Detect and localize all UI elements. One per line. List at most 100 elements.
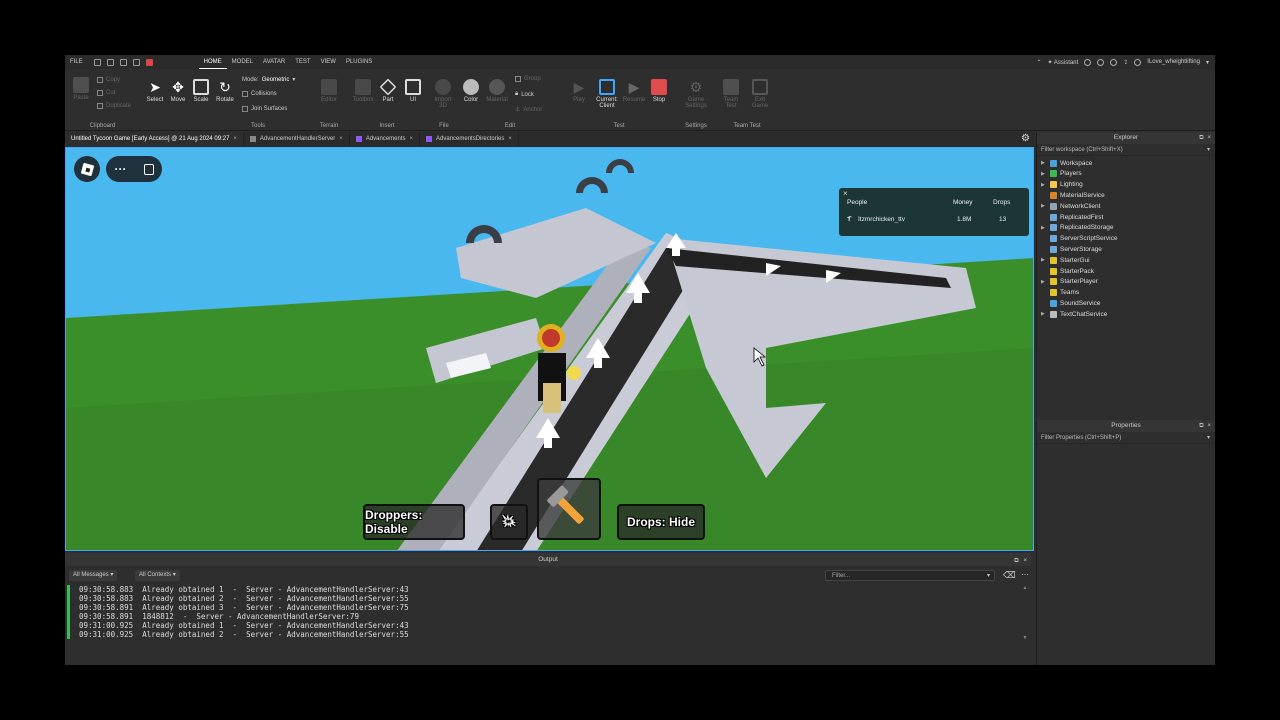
output-filter-input[interactable]: Filter... ▾ xyxy=(825,570,995,581)
toolbox-button[interactable]: Toolbox xyxy=(351,79,375,103)
close-icon[interactable]: × xyxy=(508,132,512,146)
clear-output-icon[interactable]: ⌫ xyxy=(1003,570,1016,581)
expand-arrow-icon[interactable]: ▶ xyxy=(1041,160,1047,166)
file-menu[interactable]: FILE xyxy=(65,55,88,69)
info-icon[interactable] xyxy=(1110,58,1118,66)
explorer-item-players[interactable]: ▶ Players xyxy=(1041,169,1082,179)
tab-test[interactable]: TEST xyxy=(290,55,315,69)
resume-button[interactable]: ▶ Resume xyxy=(622,79,646,103)
undock-icon[interactable]: ⧉ xyxy=(1014,555,1018,568)
tab-avatar[interactable]: AVATAR xyxy=(258,55,290,69)
expand-arrow-icon[interactable]: ▶ xyxy=(1041,311,1047,317)
more-icon[interactable]: ··· xyxy=(115,162,127,176)
game-settings-button[interactable]: ⚙ Game Settings xyxy=(684,79,708,109)
ui-button[interactable]: UI xyxy=(401,79,425,103)
undock-icon[interactable]: ⧉ xyxy=(1199,420,1203,432)
expand-arrow-icon[interactable]: ▶ xyxy=(1041,257,1047,263)
explorer-item-starterpack[interactable]: StarterPack xyxy=(1041,266,1094,276)
properties-filter-input[interactable]: Filter Properties (Ctrl+Shift+P) ▾ xyxy=(1037,432,1215,444)
explorer-item-serverstorage[interactable]: ServerStorage xyxy=(1041,244,1102,254)
material-button[interactable]: Material xyxy=(485,79,509,103)
explorer-item-startergui[interactable]: ▶ StarterGui xyxy=(1041,255,1090,265)
explorer-item-starterplayer[interactable]: ▶ StarterPlayer xyxy=(1041,277,1098,287)
play-button[interactable]: ▶ Play xyxy=(567,79,591,103)
group-button[interactable]: Group xyxy=(515,76,541,82)
expand-arrow-icon[interactable]: ▶ xyxy=(1041,203,1047,209)
close-icon[interactable]: × xyxy=(1023,555,1027,568)
explorer-item-workspace[interactable]: ▶ Workspace xyxy=(1041,158,1092,168)
move-tool[interactable]: ✥ Move xyxy=(166,79,190,103)
explosion-button[interactable]: 💥︎ xyxy=(490,504,528,540)
username[interactable]: ILove_wheightlifting xyxy=(1147,59,1200,65)
save-icon[interactable] xyxy=(106,58,114,66)
select-tool[interactable]: ➤ Select xyxy=(143,79,167,103)
stop-button[interactable]: Stop xyxy=(647,79,671,103)
close-icon[interactable]: × xyxy=(1207,132,1211,144)
expand-arrow-icon[interactable]: ▶ xyxy=(1041,171,1047,177)
scroll-down-icon[interactable]: ▼ xyxy=(1021,635,1029,641)
output-log[interactable]: 09:30:58.883 Already obtained 1 - Server… xyxy=(67,585,1017,639)
messages-filter-dropdown[interactable]: All Messages ▾ xyxy=(69,570,118,581)
tab-game[interactable]: Untitled Tycoon Game [Early Access] @ 21… xyxy=(65,132,244,146)
tab-home[interactable]: HOME xyxy=(198,55,227,69)
cut-button[interactable]: Cut xyxy=(97,90,115,96)
tab-advancements-directories[interactable]: AdvancementsDirectories × xyxy=(420,132,519,146)
play-mini-icon[interactable] xyxy=(132,58,140,66)
tab-advancements[interactable]: Advancements × xyxy=(350,132,421,146)
exit-game-button[interactable]: Exit Game xyxy=(748,79,772,109)
expand-arrow-icon[interactable]: ▶ xyxy=(1041,279,1047,285)
scale-tool[interactable]: Scale xyxy=(189,79,213,103)
expand-arrow-icon[interactable]: ▶ xyxy=(1041,225,1047,231)
import-3d-button[interactable]: Import 3D xyxy=(431,79,455,109)
expand-arrow-icon[interactable]: ▶ xyxy=(1041,182,1047,188)
explorer-item-textchatservice[interactable]: ▶ TextChatService xyxy=(1041,309,1107,319)
join-surfaces-toggle[interactable]: Join Surfaces xyxy=(242,106,287,112)
explorer-item-replicatedfirst[interactable]: ReplicatedFirst xyxy=(1041,212,1103,222)
close-icon[interactable]: × xyxy=(339,132,343,146)
leaderboard-row[interactable]: ፐ Itzmrchicken_ttv 1.8M 13 xyxy=(839,216,1029,230)
explorer-item-soundservice[interactable]: SoundService xyxy=(1041,298,1100,308)
mode-select[interactable]: Mode: Geometric ▾ xyxy=(242,76,295,84)
part-button[interactable]: Part xyxy=(376,78,400,103)
assistant-button[interactable]: ✦ Assistant xyxy=(1048,59,1079,66)
chat-icon[interactable] xyxy=(143,163,154,175)
current-client-button[interactable]: Current: Client xyxy=(593,79,621,109)
game-viewport[interactable]: ··· × People Money Drops ፐ Itzmrchicken_… xyxy=(65,147,1034,551)
scroll-up-icon[interactable]: ▲ xyxy=(1021,585,1029,591)
anchor-button[interactable]: ⚓︎ Anchor xyxy=(515,106,542,114)
undo-icon[interactable] xyxy=(119,58,127,66)
copy-button[interactable]: Copy xyxy=(97,77,120,83)
paste-button[interactable]: Paste xyxy=(69,77,93,101)
explorer-item-networkclient[interactable]: ▶ NetworkClient xyxy=(1041,201,1100,211)
explorer-filter-input[interactable]: Filter workspace (Ctrl+Shift+X) ▾ xyxy=(1037,144,1215,156)
output-scrollbar[interactable]: ▲ ▼ xyxy=(1021,585,1029,645)
lock-button[interactable]: 🔒︎ Lock xyxy=(515,91,534,98)
explorer-item-serverscriptservice[interactable]: ServerScriptService xyxy=(1041,234,1117,244)
color-button[interactable]: Color xyxy=(459,79,483,103)
close-icon[interactable]: × xyxy=(843,189,848,198)
explorer-item-replicatedstorage[interactable]: ▶ ReplicatedStorage xyxy=(1041,223,1113,233)
close-icon[interactable]: × xyxy=(233,132,237,146)
team-test-button[interactable]: Team Test xyxy=(719,79,743,109)
tab-model[interactable]: MODEL xyxy=(227,55,258,69)
more-options-icon[interactable]: ⋯ xyxy=(1021,570,1029,579)
drops-toggle-button[interactable]: Drops: Hide xyxy=(617,504,705,540)
droppers-toggle-button[interactable]: Droppers: Disable xyxy=(363,504,465,540)
contexts-filter-dropdown[interactable]: All Contexts ▾ xyxy=(135,570,180,581)
duplicate-button[interactable]: Duplicate xyxy=(97,103,131,109)
tab-advancement-handler-server[interactable]: AdvancementHandlerServer × xyxy=(244,132,350,146)
new-file-icon[interactable] xyxy=(93,58,101,66)
sync-icon[interactable] xyxy=(1084,58,1092,66)
stop-mini-icon[interactable] xyxy=(145,58,153,66)
undock-icon[interactable]: ⧉ xyxy=(1199,132,1203,144)
terrain-editor-button[interactable]: Editor xyxy=(317,79,341,103)
tab-plugins[interactable]: PLUGINS xyxy=(341,55,377,69)
close-icon[interactable]: × xyxy=(1207,420,1211,432)
explorer-item-materialservice[interactable]: MaterialService xyxy=(1041,190,1105,200)
chevron-down-icon[interactable]: ▾ xyxy=(1206,59,1209,66)
share-icon[interactable]: ⇪ xyxy=(1123,59,1128,66)
tab-view[interactable]: VIEW xyxy=(316,55,341,69)
viewport-settings-icon[interactable]: ⚙ xyxy=(1021,133,1030,144)
rotate-tool[interactable]: ↻ Rotate xyxy=(213,79,237,103)
close-icon[interactable]: × xyxy=(410,132,414,146)
